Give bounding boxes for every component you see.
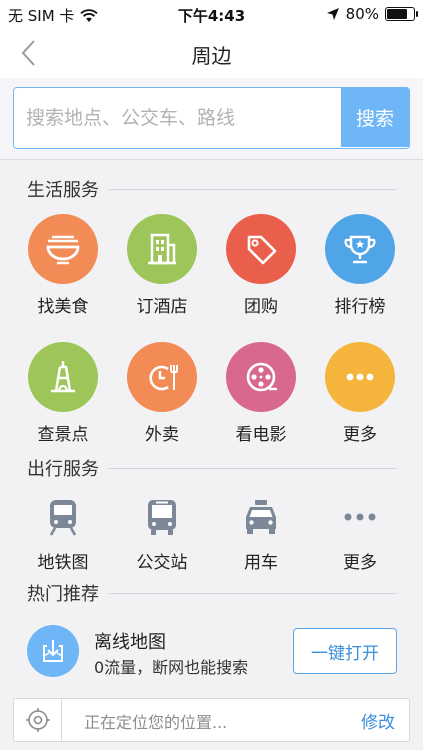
clock-fork-icon — [149, 365, 178, 391]
service-circle — [226, 214, 296, 284]
travel-icon-wrap — [137, 492, 187, 542]
search-area: 搜索 — [0, 78, 423, 160]
service-more[interactable]: 更多 — [310, 342, 410, 445]
service-circle — [28, 342, 98, 412]
status-bar: 无 SIM 卡 下午4:43 80% — [0, 0, 423, 28]
travel-services-heading: 出行服务 — [27, 455, 397, 481]
price-tag-icon — [247, 235, 277, 265]
service-label: 找美食 — [37, 297, 89, 317]
trophy-icon — [344, 235, 376, 264]
battery-percent: 80% — [345, 5, 379, 23]
service-movies[interactable]: 看电影 — [211, 342, 311, 445]
tower-icon — [51, 361, 75, 393]
hot-recommend-heading: 热门推荐 — [27, 580, 397, 606]
hotel-building-icon — [148, 233, 176, 265]
locate-button[interactable] — [14, 699, 62, 741]
service-circle — [127, 214, 197, 284]
life-services-heading: 生活服务 — [27, 176, 397, 202]
subway-icon — [49, 500, 77, 536]
service-label: 更多 — [343, 425, 377, 445]
search-box: 搜索 — [13, 87, 410, 149]
location-arrow-icon — [326, 8, 339, 20]
travel-use-car[interactable]: 用车 — [211, 492, 311, 573]
service-label: 团购 — [244, 297, 278, 317]
service-find-food[interactable]: 找美食 — [13, 214, 113, 317]
divider — [109, 592, 397, 594]
divider — [109, 467, 397, 469]
crosshair-icon — [25, 708, 50, 732]
service-takeout[interactable]: 外卖 — [112, 342, 212, 445]
travel-services-title: 出行服务 — [27, 459, 99, 480]
service-ranking[interactable]: 排行榜 — [310, 214, 410, 317]
search-input[interactable] — [14, 88, 342, 147]
offline-map-subtitle: 0流量，断网也能搜索 — [94, 658, 249, 677]
service-label: 看电影 — [235, 425, 287, 445]
film-reel-icon — [246, 362, 277, 392]
travel-label: 公交站 — [136, 553, 188, 573]
page-title: 周边 — [191, 44, 232, 68]
travel-label: 地铁图 — [37, 553, 89, 573]
edit-location-button[interactable]: 修改 — [361, 708, 395, 733]
noodle-bowl-icon — [46, 235, 80, 265]
divider — [109, 188, 397, 190]
service-circle — [226, 342, 296, 412]
service-circle — [325, 214, 395, 284]
one-click-open-button[interactable]: 一键打开 — [293, 628, 397, 674]
service-book-hotel[interactable]: 订酒店 — [112, 214, 212, 317]
travel-label: 用车 — [244, 553, 278, 573]
bus-icon — [148, 500, 176, 535]
search-button[interactable]: 搜索 — [341, 88, 409, 147]
travel-label: 更多 — [343, 553, 377, 573]
hot-recommend-title: 热门推荐 — [27, 584, 99, 605]
life-services-title: 生活服务 — [27, 180, 99, 201]
more-dots-icon — [346, 373, 374, 381]
taxi-icon — [246, 500, 276, 534]
service-label: 排行榜 — [334, 297, 386, 317]
location-status: 正在定位您的位置... — [84, 713, 228, 732]
location-bar: 正在定位您的位置... 修改 — [13, 698, 410, 742]
service-circle — [325, 342, 395, 412]
service-label: 外卖 — [145, 425, 179, 445]
service-label: 查景点 — [37, 425, 89, 445]
offline-map-card: 离线地图 0流量，断网也能搜索 一键打开 — [0, 616, 423, 690]
offline-map-icon-wrap — [27, 625, 79, 677]
service-circle — [127, 342, 197, 412]
download-map-icon — [43, 640, 63, 662]
offline-map-title: 离线地图 — [94, 632, 166, 653]
service-label: 订酒店 — [136, 297, 188, 317]
travel-icon-wrap — [38, 492, 88, 542]
travel-more[interactable]: 更多 — [310, 492, 410, 573]
travel-icon-wrap — [236, 492, 286, 542]
more-dots-icon — [344, 513, 376, 521]
battery-icon — [385, 7, 418, 21]
travel-bus-stop[interactable]: 公交站 — [112, 492, 212, 573]
service-circle — [28, 214, 98, 284]
service-scenic-spots[interactable]: 查景点 — [13, 342, 113, 445]
nav-bar: 周边 — [0, 28, 423, 78]
travel-icon-wrap — [335, 492, 385, 542]
service-group-buy[interactable]: 团购 — [211, 214, 311, 317]
travel-subway-map[interactable]: 地铁图 — [13, 492, 113, 573]
